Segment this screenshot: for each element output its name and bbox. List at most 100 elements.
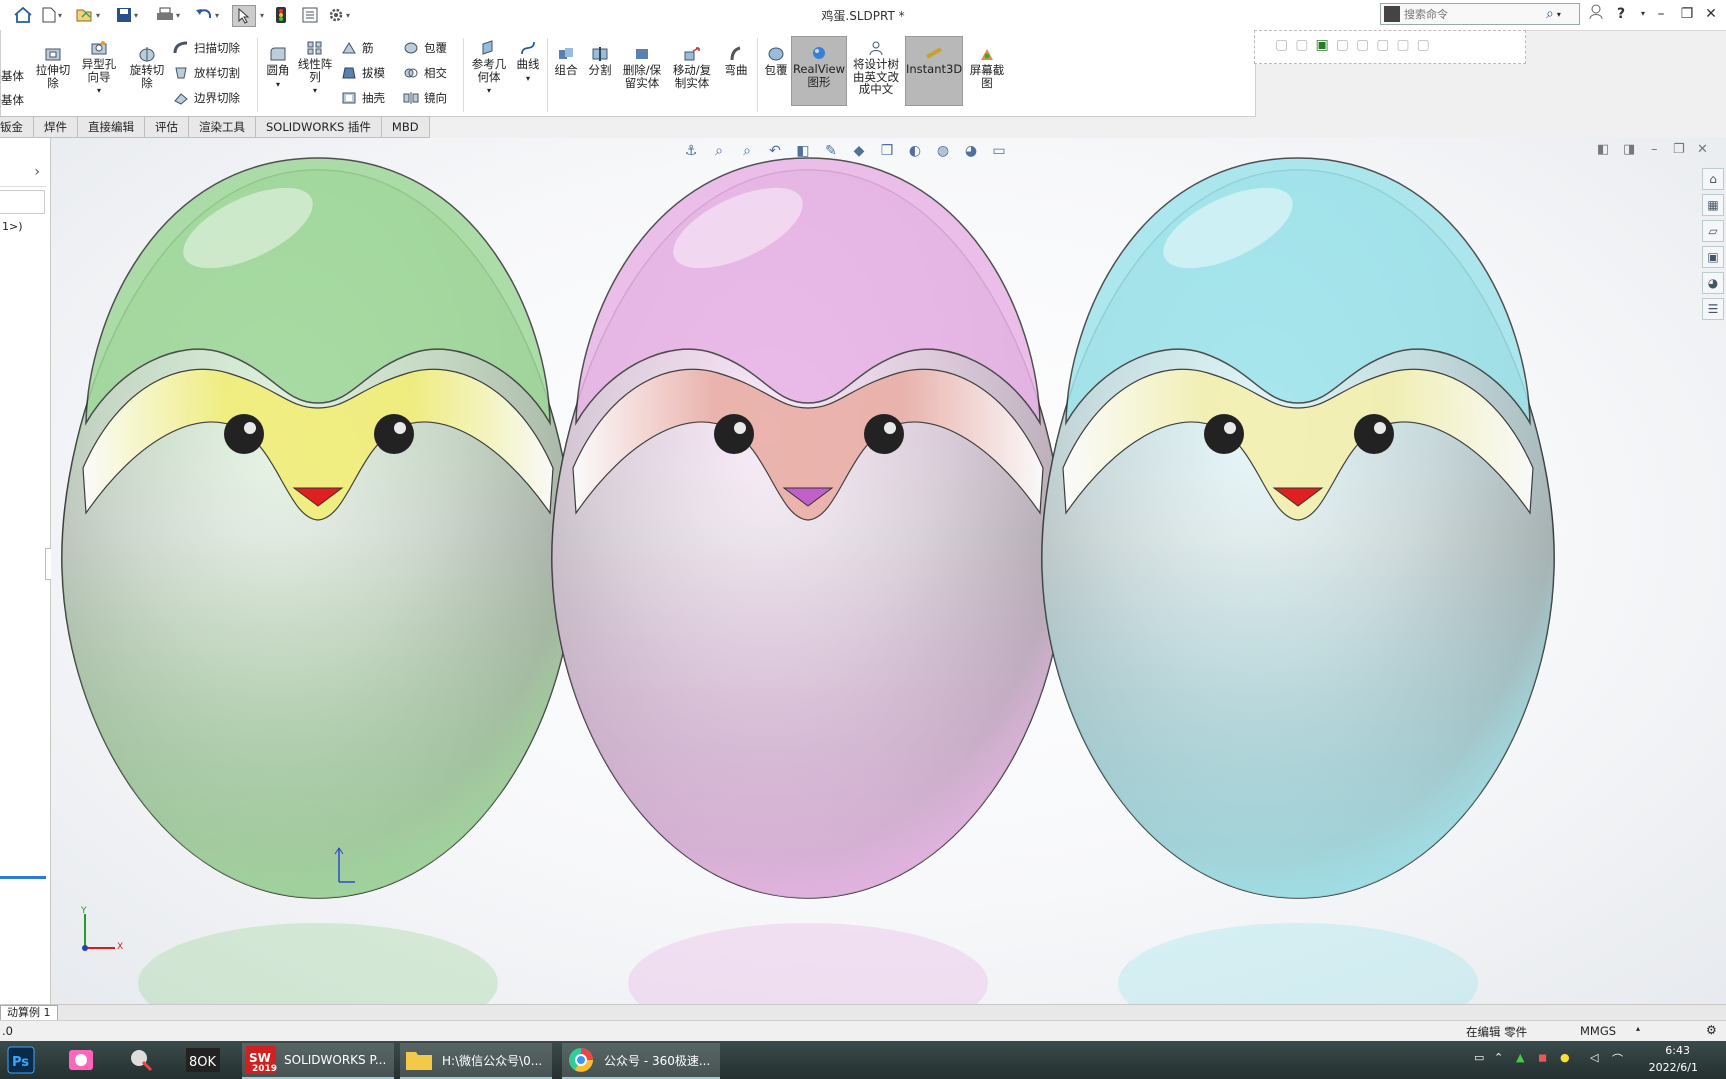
origin-marker: [333, 846, 359, 889]
intersect-button[interactable]: 相交: [403, 65, 447, 81]
taskbar-browser[interactable]: 公众号 - 360极速...: [562, 1043, 720, 1079]
boundary-cut-button[interactable]: 边界切除: [173, 90, 240, 106]
rib-icon: [342, 42, 356, 54]
hole-wizard-button[interactable]: 异型孔向导 ▾: [79, 40, 119, 98]
translate-tree-button[interactable]: 将设计树由英文改成中文: [849, 40, 903, 96]
egg-eye: [1354, 414, 1394, 454]
taskbar-file-explorer[interactable]: H:\微信公众号\0...: [400, 1043, 552, 1079]
mirror-button[interactable]: 镜向: [403, 90, 447, 106]
move-copy-body-button[interactable]: 移动/复制实体: [669, 46, 715, 89]
fillet-icon: [270, 47, 286, 61]
boundary-cut-icon: [174, 93, 188, 105]
tab-weldments[interactable]: 焊件: [34, 116, 78, 138]
tray-app-icon-3[interactable]: ●: [1560, 1051, 1570, 1064]
volume-icon[interactable]: ◁: [1590, 1051, 1598, 1064]
ribbon-cut-label-1[interactable]: 基体: [1, 68, 24, 84]
reference-triad: Y X: [79, 906, 129, 959]
draft-button[interactable]: 拔模: [341, 65, 385, 81]
rib-button[interactable]: 筋: [341, 40, 374, 56]
tab-solidworks-addins[interactable]: SOLIDWORKS 插件: [256, 116, 382, 138]
tool-icon[interactable]: ▣: [1315, 37, 1328, 53]
folder-icon: [406, 1052, 432, 1070]
egg-eye-shine: [1374, 422, 1386, 434]
swept-cut-button[interactable]: 扫描切除: [173, 40, 240, 56]
clock-time[interactable]: 6:43: [1644, 1044, 1690, 1057]
curves-button[interactable]: 曲线 ▾: [513, 40, 543, 85]
realview-sphere-icon: [813, 47, 825, 59]
solidworks-year: 2019: [252, 1064, 278, 1074]
capture-tool-icon[interactable]: [124, 1044, 158, 1076]
extrude-cut-button[interactable]: 拉伸切除: [33, 46, 73, 89]
disabled-tool-icon: ▢: [1416, 37, 1430, 53]
tab-render-tools[interactable]: 渲染工具: [189, 116, 256, 138]
ribbon-separator: [463, 38, 464, 112]
tree-filter-input[interactable]: [0, 190, 45, 214]
delete-keep-body-button[interactable]: 删除/保留实体: [619, 46, 665, 89]
chevron-right-icon[interactable]: ›: [34, 164, 40, 180]
motion-study-tab[interactable]: 动算例 1: [0, 1005, 58, 1021]
hole-wizard-icon: [91, 41, 107, 55]
reference-geometry-icon: [482, 40, 493, 55]
revolve-cut-icon: [139, 47, 155, 62]
egg-eye: [1204, 414, 1244, 454]
revolve-cut-button[interactable]: 旋转切除: [127, 46, 167, 89]
search-dropdown-icon[interactable]: ▾: [1557, 10, 1561, 19]
image-app-icon[interactable]: [64, 1044, 98, 1076]
tab-evaluate[interactable]: 评估: [145, 116, 189, 138]
linear-pattern-button[interactable]: 线性阵列 ▾: [297, 40, 333, 98]
unit-system-selector[interactable]: MMGS: [1580, 1024, 1616, 1038]
units-dropdown-icon[interactable]: ▴: [1636, 1024, 1640, 1033]
search-input[interactable]: [1400, 6, 1546, 22]
fillet-button[interactable]: 圆角 ▾: [261, 46, 295, 91]
browser-icon: [569, 1048, 593, 1072]
tab-sheet-metal[interactable]: 钣金: [0, 116, 34, 138]
rollback-bar[interactable]: [0, 876, 46, 879]
wifi-icon[interactable]: ⌒: [1612, 1051, 1623, 1067]
command-search-box[interactable]: ⌕ ▾: [1380, 3, 1580, 25]
move-body-icon: [684, 47, 700, 61]
restore-window-icon[interactable]: ❐: [1676, 4, 1698, 24]
flex-button[interactable]: 弯曲: [719, 46, 753, 77]
features-ribbon: 基体 基体 拉伸切除 异型孔向导 ▾ 旋转切除 扫描切除 放样切割 边界切除 圆角…: [0, 30, 1256, 117]
realview-graphics-button[interactable]: RealView图形: [791, 36, 847, 106]
windows-taskbar: Ps 8OK SW 2019 SOLIDWORKS P... H:\微信公众号\…: [0, 1041, 1726, 1079]
tray-app-icon-2[interactable]: ◼: [1538, 1051, 1547, 1064]
split-button[interactable]: 分割: [585, 46, 615, 77]
wrap-button[interactable]: 包覆: [403, 40, 447, 56]
help-button[interactable]: ?: [1610, 4, 1632, 24]
model-tabs-bar: 动算例 1: [0, 1004, 1726, 1021]
tab-mbd[interactable]: MBD: [381, 116, 430, 138]
wrap-icon: [404, 42, 418, 54]
reference-geometry-button[interactable]: 参考几何体 ▾: [467, 40, 511, 98]
search-icon[interactable]: ⌕: [1546, 6, 1554, 22]
egg-eye-shine: [734, 422, 746, 434]
tray-network-icon[interactable]: ▭: [1474, 1051, 1484, 1064]
screen-capture-button[interactable]: 屏幕截图: [967, 46, 1007, 89]
instant3d-button[interactable]: Instant3D: [905, 36, 963, 106]
ok-app-icon[interactable]: 8OK: [186, 1044, 220, 1076]
ribbon-cut-label-2[interactable]: 基体: [1, 92, 24, 108]
tab-direct-editing[interactable]: 直接编辑: [78, 116, 145, 138]
shell-button[interactable]: 抽壳: [341, 90, 385, 106]
egg-eye: [224, 414, 264, 454]
swept-cut-icon: [173, 41, 188, 54]
svg-text:8OK: 8OK: [189, 1055, 217, 1070]
tray-app-icon[interactable]: ▲: [1516, 1051, 1524, 1064]
lofted-cut-button[interactable]: 放样切割: [173, 65, 240, 81]
clock-date[interactable]: 2022/6/1: [1638, 1061, 1698, 1074]
user-account-icon[interactable]: [1585, 4, 1607, 24]
taskbar-solidworks[interactable]: SW 2019 SOLIDWORKS P...: [242, 1043, 394, 1079]
tree-item[interactable]: 1>): [2, 220, 23, 233]
combine-icon: [559, 48, 573, 59]
wrap-body-button[interactable]: 包覆: [759, 46, 793, 77]
photoshop-icon[interactable]: Ps: [4, 1044, 38, 1076]
tray-chevron-icon[interactable]: ⌃: [1494, 1051, 1503, 1064]
minimize-window-icon[interactable]: –: [1650, 4, 1672, 24]
close-window-icon[interactable]: ✕: [1700, 4, 1722, 24]
ribbon-separator: [257, 38, 258, 112]
combine-button[interactable]: 组合: [551, 46, 581, 77]
egg-model-cyan: [1041, 157, 1555, 1004]
customize-status-icon[interactable]: ⚙: [1706, 1023, 1717, 1037]
graphics-area[interactable]: ⚓ ⌕ ⌕ ↶ ◧ ✎ ◆ ❒ ◐ ◍ ◕ ▭ ◧ ◨ – ❐ ✕ ⌂ ▦ ▱ …: [51, 138, 1726, 1004]
disabled-tool-icon: ▢: [1355, 37, 1370, 53]
